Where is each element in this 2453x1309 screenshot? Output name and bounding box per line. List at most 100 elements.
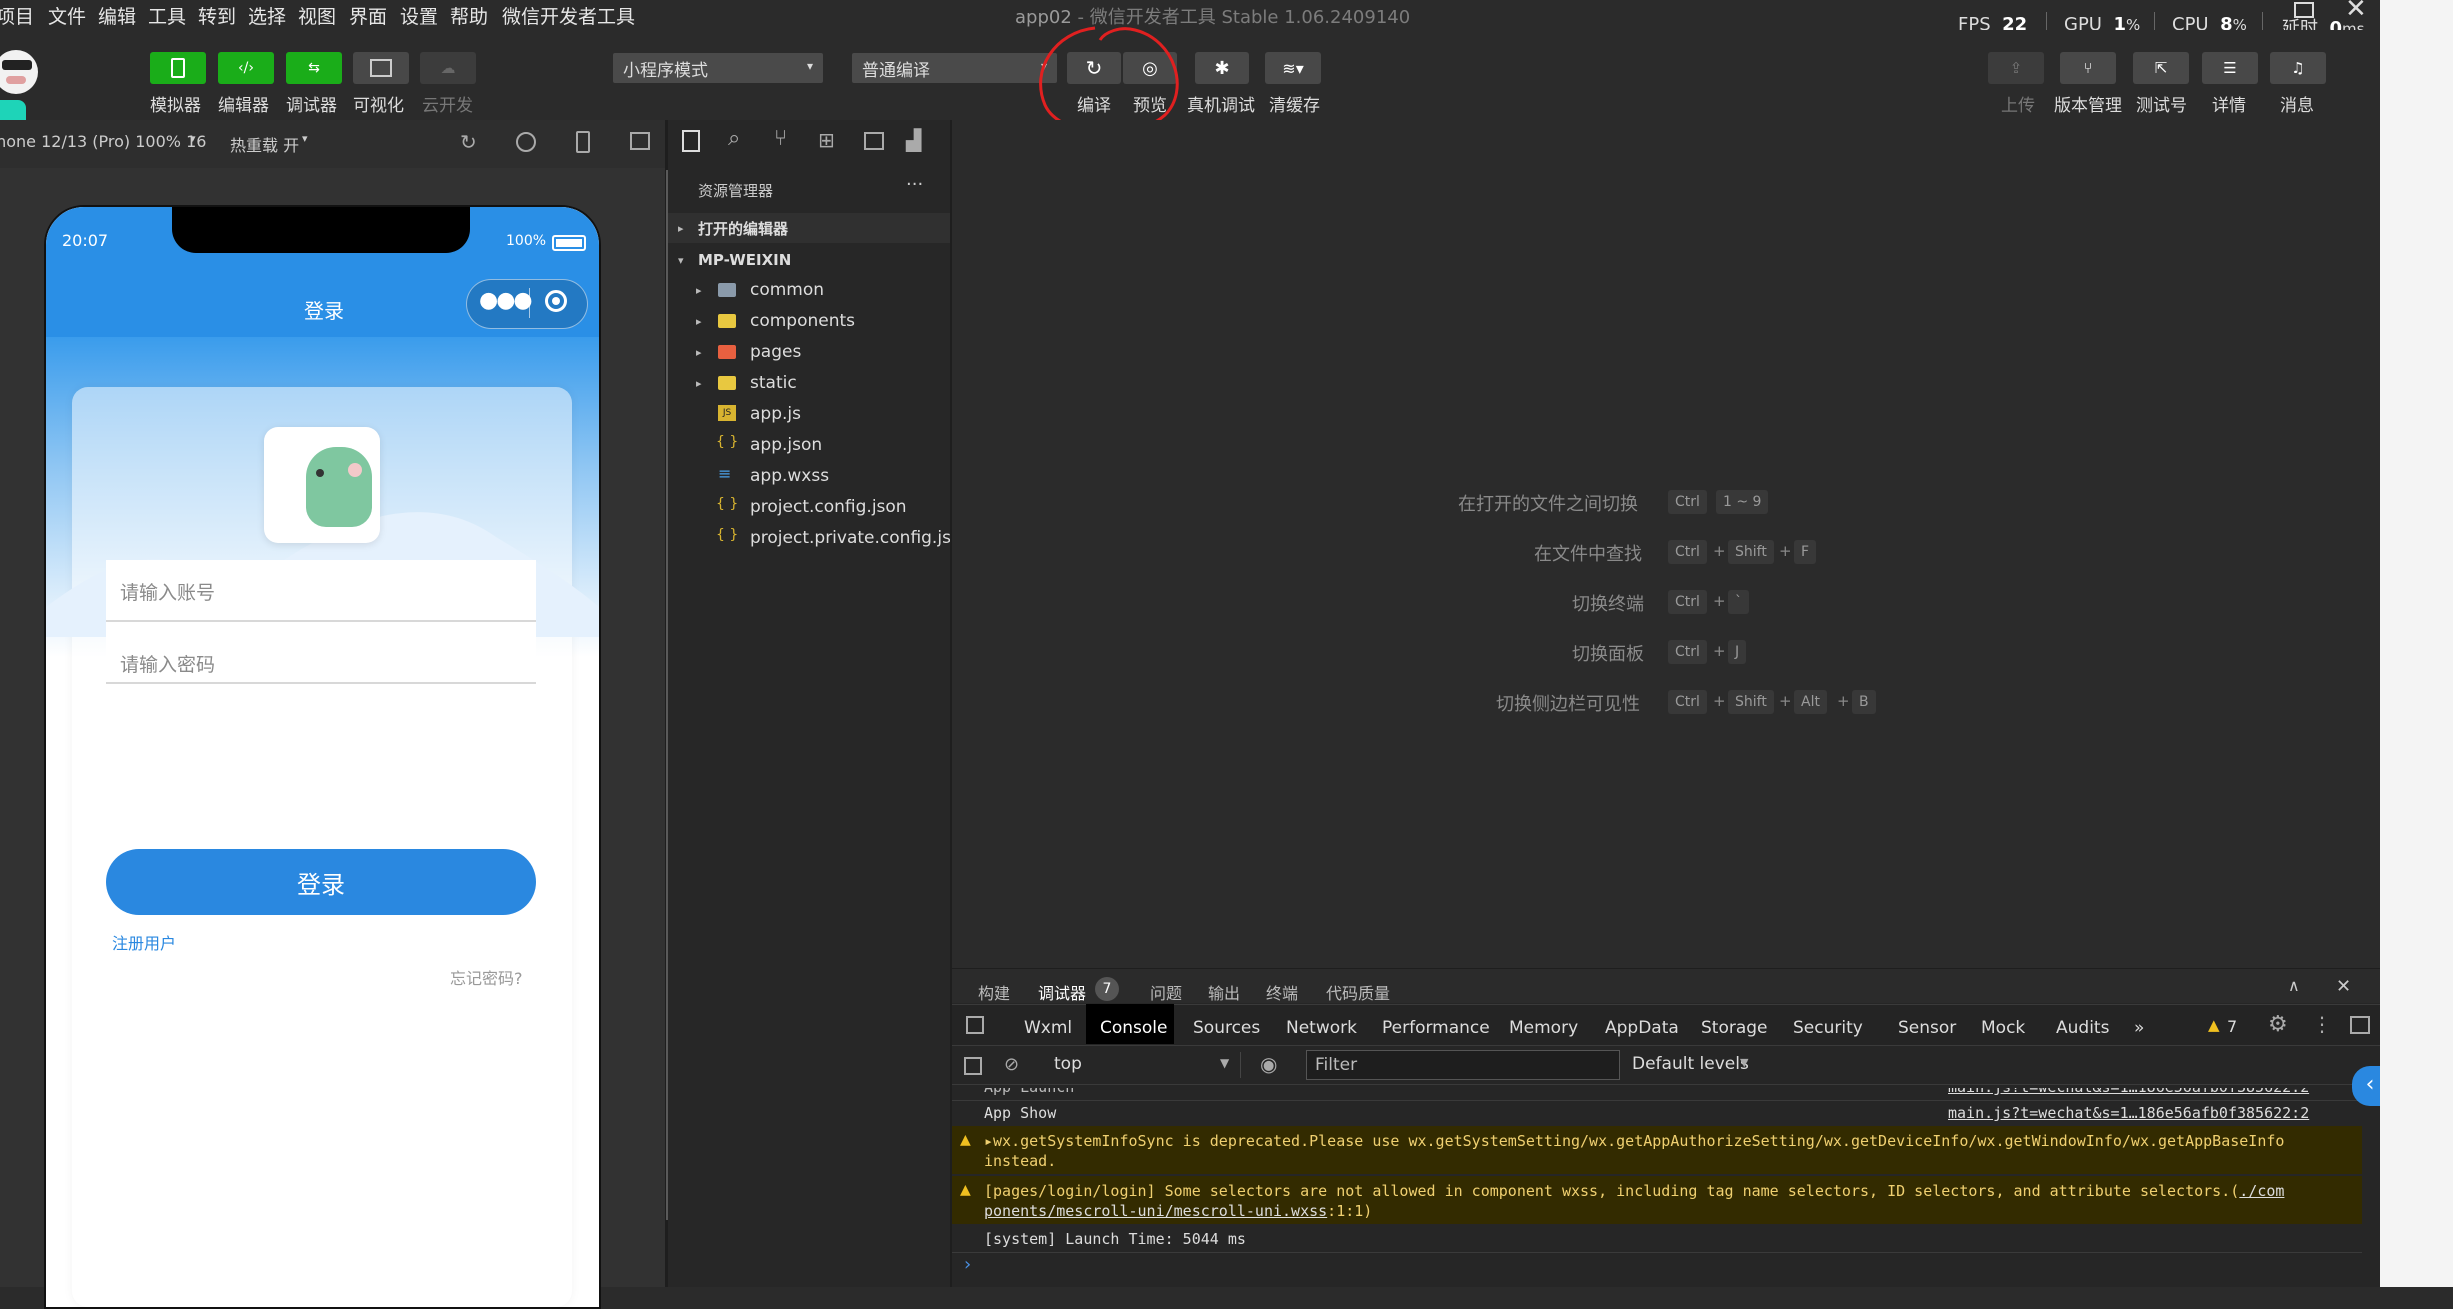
more-actions-icon[interactable]: ··· <box>906 174 923 195</box>
files-icon[interactable] <box>682 130 700 152</box>
menu-help[interactable]: 帮助 <box>450 2 488 29</box>
menu-settings[interactable]: 设置 <box>400 2 438 29</box>
tab-output[interactable]: 输出 <box>1208 980 1240 1004</box>
password-input[interactable]: 请输入密码 <box>106 622 536 684</box>
tab-console[interactable]: Console <box>1100 1018 1168 1038</box>
tab-code-quality[interactable]: 代码质量 <box>1326 980 1390 1004</box>
more-tabs-icon[interactable]: » <box>2134 1018 2144 1038</box>
editor-toggle-button[interactable]: ‹/› <box>218 52 274 84</box>
docker-icon[interactable]: ▟ <box>906 128 921 152</box>
folder-item[interactable]: ▸ pages <box>668 337 950 367</box>
popout-icon[interactable] <box>630 132 650 150</box>
record-icon[interactable] <box>516 132 536 152</box>
tab-problems[interactable]: 问题 <box>1150 980 1182 1004</box>
extensions-icon[interactable]: ⊞ <box>818 128 835 152</box>
chevron-down-icon: ▾ <box>190 132 196 145</box>
clear-cache-button[interactable]: ≋▾ <box>1265 52 1321 84</box>
menu-file[interactable]: 文件 <box>48 2 86 29</box>
file-item[interactable]: ≡ app.wxss <box>668 461 950 491</box>
login-button[interactable]: 登录 <box>106 849 536 915</box>
search-icon[interactable]: ⌕ <box>728 126 740 151</box>
file-item[interactable]: { } app.json <box>668 430 950 460</box>
tab-performance[interactable]: Performance <box>1382 1018 1490 1038</box>
components-folder-icon <box>718 314 736 328</box>
real-device-debug-button[interactable]: ✱ <box>1195 52 1249 84</box>
json-file-icon: { } <box>716 434 739 450</box>
tab-wxml[interactable]: Wxml <box>1024 1018 1072 1038</box>
messages-button[interactable]: ♫ <box>2270 52 2326 84</box>
restore-window-icon[interactable] <box>2294 2 2314 18</box>
close-window-icon[interactable]: ✕ <box>2345 0 2367 24</box>
console-warning-text[interactable]: ▸wx.getSystemInfoSync is deprecated.Plea… <box>984 1132 2284 1150</box>
close-icon[interactable]: ✕ <box>2336 976 2351 997</box>
menu-edit[interactable]: 编辑 <box>98 2 136 29</box>
upload-icon: ⇪ <box>2009 59 2023 77</box>
kbd-key: Alt <box>1794 690 1827 714</box>
tab-memory[interactable]: Memory <box>1509 1018 1578 1038</box>
cloud-dev-button[interactable]: ☁ <box>420 52 476 84</box>
project-root[interactable]: ▾ MP-WEIXIN <box>668 245 950 275</box>
mode-select[interactable]: 小程序模式 ▾ <box>613 53 823 83</box>
console-source-link[interactable]: main.js?t=wechat&s=1…186e56afb0f385622:2 <box>1948 1104 2309 1122</box>
test-id-button[interactable]: ⇱ <box>2133 52 2189 84</box>
panel-icon[interactable] <box>864 132 884 150</box>
debugger-toggle-button[interactable]: ⇆ <box>286 52 342 84</box>
source-control-icon[interactable]: ⑂ <box>774 126 787 151</box>
levels-select[interactable]: Default levels <box>1632 1054 1749 1074</box>
plus-sign: + <box>1713 592 1726 610</box>
tab-security[interactable]: Security <box>1793 1018 1863 1038</box>
gear-icon[interactable]: ⚙ <box>2268 1012 2288 1037</box>
tab-terminal[interactable]: 终端 <box>1266 980 1298 1004</box>
inspect-icon[interactable] <box>966 1016 984 1034</box>
folder-item[interactable]: ▸ static <box>668 368 950 398</box>
refresh-icon[interactable]: ↻ <box>460 130 477 154</box>
clear-console-icon[interactable]: ⊘ <box>1004 1054 1019 1075</box>
register-link[interactable]: 注册用户 <box>112 930 176 954</box>
menu-tools[interactable]: 工具 <box>148 2 186 29</box>
tab-storage[interactable]: Storage <box>1701 1018 1768 1038</box>
context-select[interactable]: top ▼ <box>1044 1052 1241 1078</box>
folder-item[interactable]: ▸ components <box>668 306 950 336</box>
more-dots-icon[interactable]: ●●● <box>479 288 533 313</box>
warning-count[interactable]: 7 <box>2227 1017 2237 1036</box>
console-warning-text: instead. <box>984 1152 1057 1170</box>
visual-toggle-button[interactable] <box>353 52 409 84</box>
eye-icon[interactable]: ◉ <box>1260 1052 1277 1076</box>
source-link[interactable]: ./com <box>2239 1182 2284 1200</box>
upload-button[interactable]: ⇪ <box>1988 52 2044 84</box>
details-button[interactable]: ☰ <box>2202 52 2258 84</box>
menu-wechat-devtools[interactable]: 微信开发者工具 <box>502 2 635 29</box>
forgot-password-link[interactable]: 忘记密码? <box>450 965 523 989</box>
tab-sources[interactable]: Sources <box>1193 1018 1260 1038</box>
menu-select[interactable]: 选择 <box>248 2 286 29</box>
simulator-toggle-button[interactable] <box>150 52 206 84</box>
chevron-up-icon[interactable]: ∧ <box>2288 976 2300 995</box>
file-item[interactable]: { } project.private.config.js... <box>668 523 967 553</box>
kebab-icon[interactable]: ⋮ <box>2312 1012 2332 1036</box>
dock-icon[interactable] <box>2350 1016 2370 1034</box>
device-icon[interactable] <box>576 131 590 153</box>
menu-view[interactable]: 视图 <box>298 2 336 29</box>
tab-appdata[interactable]: AppData <box>1605 1018 1679 1038</box>
account-input[interactable]: 请输入账号 <box>106 560 536 622</box>
menu-project[interactable]: 项目 <box>0 2 34 29</box>
file-item[interactable]: { } project.config.json <box>668 492 950 522</box>
file-item[interactable]: JS app.js <box>668 399 950 429</box>
hot-reload-select[interactable]: 热重载 开 <box>230 132 299 156</box>
tab-audits[interactable]: Audits <box>2056 1018 2109 1038</box>
source-link[interactable]: ponents/mescroll-uni/mescroll-uni.wxss <box>984 1202 1327 1220</box>
device-select[interactable]: iPhone 12/13 (Pro) 100% 16 <box>0 132 206 151</box>
close-miniprogram-icon[interactable] <box>545 290 567 312</box>
open-editors-section[interactable]: ▸ 打开的编辑器 <box>668 213 950 243</box>
tab-sensor[interactable]: Sensor <box>1898 1018 1956 1038</box>
version-button[interactable]: ⑂ <box>2060 52 2116 84</box>
folder-item[interactable]: ▸ common <box>668 275 950 305</box>
tab-network[interactable]: Network <box>1286 1018 1357 1038</box>
tab-build[interactable]: 构建 <box>978 980 1010 1004</box>
tab-mock[interactable]: Mock <box>1981 1018 2025 1038</box>
menu-goto[interactable]: 转到 <box>198 2 236 29</box>
filter-input[interactable]: Filter <box>1306 1050 1620 1080</box>
console-prompt[interactable]: › <box>964 1254 971 1275</box>
menu-interface[interactable]: 界面 <box>349 2 387 29</box>
sidebar-toggle-icon[interactable] <box>964 1057 982 1075</box>
